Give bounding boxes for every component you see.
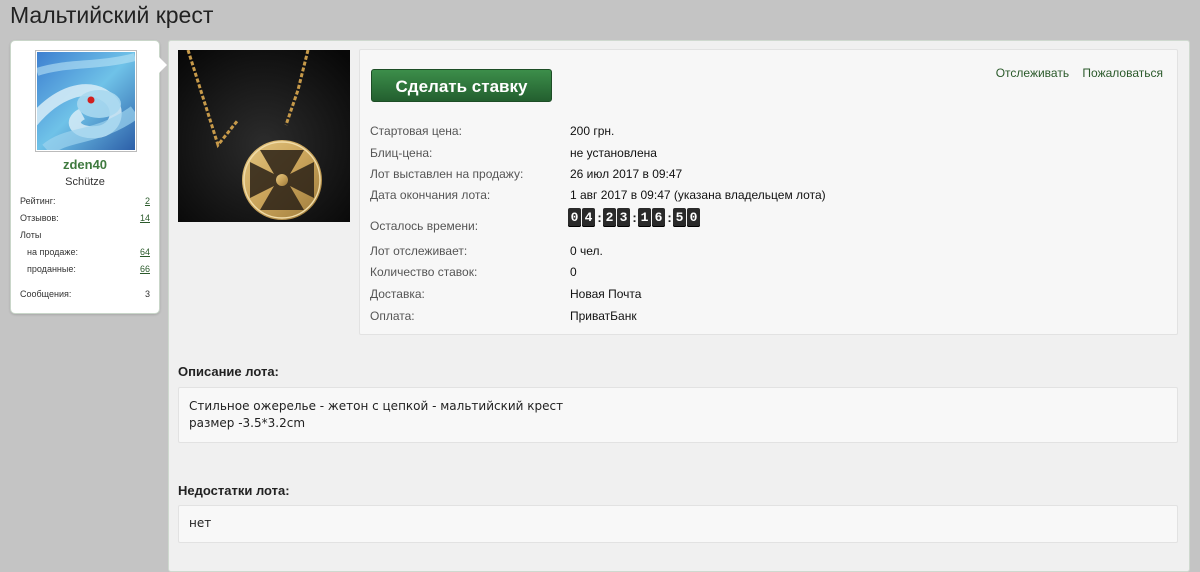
bid-count-label: Количество ставок:: [370, 265, 478, 279]
stat-label: Лоты: [20, 230, 42, 240]
countdown-timer: 04:23:16:50: [568, 208, 701, 227]
stat-reviews-value[interactable]: 14: [140, 213, 150, 223]
watchers-value: 0 чел.: [570, 244, 603, 258]
time-left-label: Осталось времени:: [370, 219, 479, 233]
stat-lots-heading: Лоты: [20, 230, 150, 240]
stat-label: Сообщения:: [20, 289, 72, 299]
lot-panel: Сделать ставку Отслеживать Пожаловаться …: [168, 40, 1190, 572]
watchers-label: Лот отслеживает:: [370, 244, 468, 258]
avatar[interactable]: [35, 50, 137, 152]
blitz-price-value: не установлена: [570, 146, 657, 160]
stat-messages: Сообщения: 3: [20, 289, 150, 299]
username[interactable]: zden40: [11, 157, 159, 172]
description-heading: Описание лота:: [178, 364, 279, 379]
stat-messages-value: 3: [144, 289, 150, 299]
defects-heading: Недостатки лота:: [178, 483, 290, 498]
track-link[interactable]: Отслеживать: [996, 66, 1069, 80]
blitz-price-label: Блиц-цена:: [370, 146, 433, 160]
stat-rating-value[interactable]: 2: [145, 196, 150, 206]
report-link[interactable]: Пожаловаться: [1082, 66, 1163, 80]
stat-on-sale-value[interactable]: 64: [140, 247, 150, 257]
page-title: Мальтийский крест: [10, 2, 214, 28]
delivery-value: Новая Почта: [570, 287, 642, 301]
countdown-digit: 1: [638, 208, 651, 227]
stat-rating: Рейтинг: 2: [20, 196, 150, 206]
countdown-digit: 3: [617, 208, 630, 227]
delivery-label: Доставка:: [370, 287, 425, 301]
stat-sold-value[interactable]: 66: [140, 264, 150, 274]
defects-box: нет: [178, 505, 1178, 543]
countdown-separator: :: [597, 210, 602, 225]
bid-count-value: 0: [570, 265, 577, 279]
start-price-value: 200 грн.: [570, 124, 615, 138]
countdown-digit: 4: [582, 208, 595, 227]
product-photo[interactable]: [178, 50, 350, 222]
defects-text: нет: [189, 516, 212, 530]
stat-lots-sold: проданные: 66: [20, 264, 150, 274]
user-title: Schütze: [65, 176, 105, 188]
stat-reviews: Отзывов: 14: [20, 213, 150, 223]
end-date-value: 1 авг 2017 в 09:47 (указана владельцем л…: [570, 188, 826, 202]
countdown-digit: 2: [603, 208, 616, 227]
place-bid-button[interactable]: Сделать ставку: [371, 69, 552, 102]
countdown-digit: 5: [673, 208, 686, 227]
payment-label: Оплата:: [370, 309, 415, 323]
end-date-label: Дата окончания лота:: [370, 188, 491, 202]
countdown-separator: :: [667, 210, 672, 225]
avatar-image: [37, 52, 135, 150]
countdown-separator: :: [632, 210, 637, 225]
start-price-label: Стартовая цена:: [370, 124, 462, 138]
stat-label: Отзывов:: [20, 213, 59, 223]
description-box: Стильное ожерелье - жетон с цепкой - мал…: [178, 387, 1178, 443]
stat-label: Рейтинг:: [20, 196, 56, 206]
lot-actions: Отслеживать Пожаловаться: [986, 66, 1163, 80]
description-text: Стильное ожерелье - жетон с цепкой - мал…: [189, 399, 564, 430]
countdown-digit: 6: [652, 208, 665, 227]
countdown-digit: 0: [687, 208, 700, 227]
payment-value: ПриватБанк: [570, 309, 637, 323]
stat-label: на продаже:: [27, 247, 78, 257]
stat-lots-on-sale: на продаже: 64: [20, 247, 150, 257]
lot-info: Сделать ставку Отслеживать Пожаловаться …: [359, 49, 1178, 335]
pendant-image: [178, 50, 350, 222]
countdown-digit: 0: [568, 208, 581, 227]
user-card: zden40 Schütze Рейтинг: 2 Отзывов: 14 Ло…: [10, 40, 167, 314]
stat-label: проданные:: [27, 264, 76, 274]
listed-date-value: 26 июл 2017 в 09:47: [570, 167, 683, 181]
listed-date-label: Лот выставлен на продажу:: [370, 167, 524, 181]
